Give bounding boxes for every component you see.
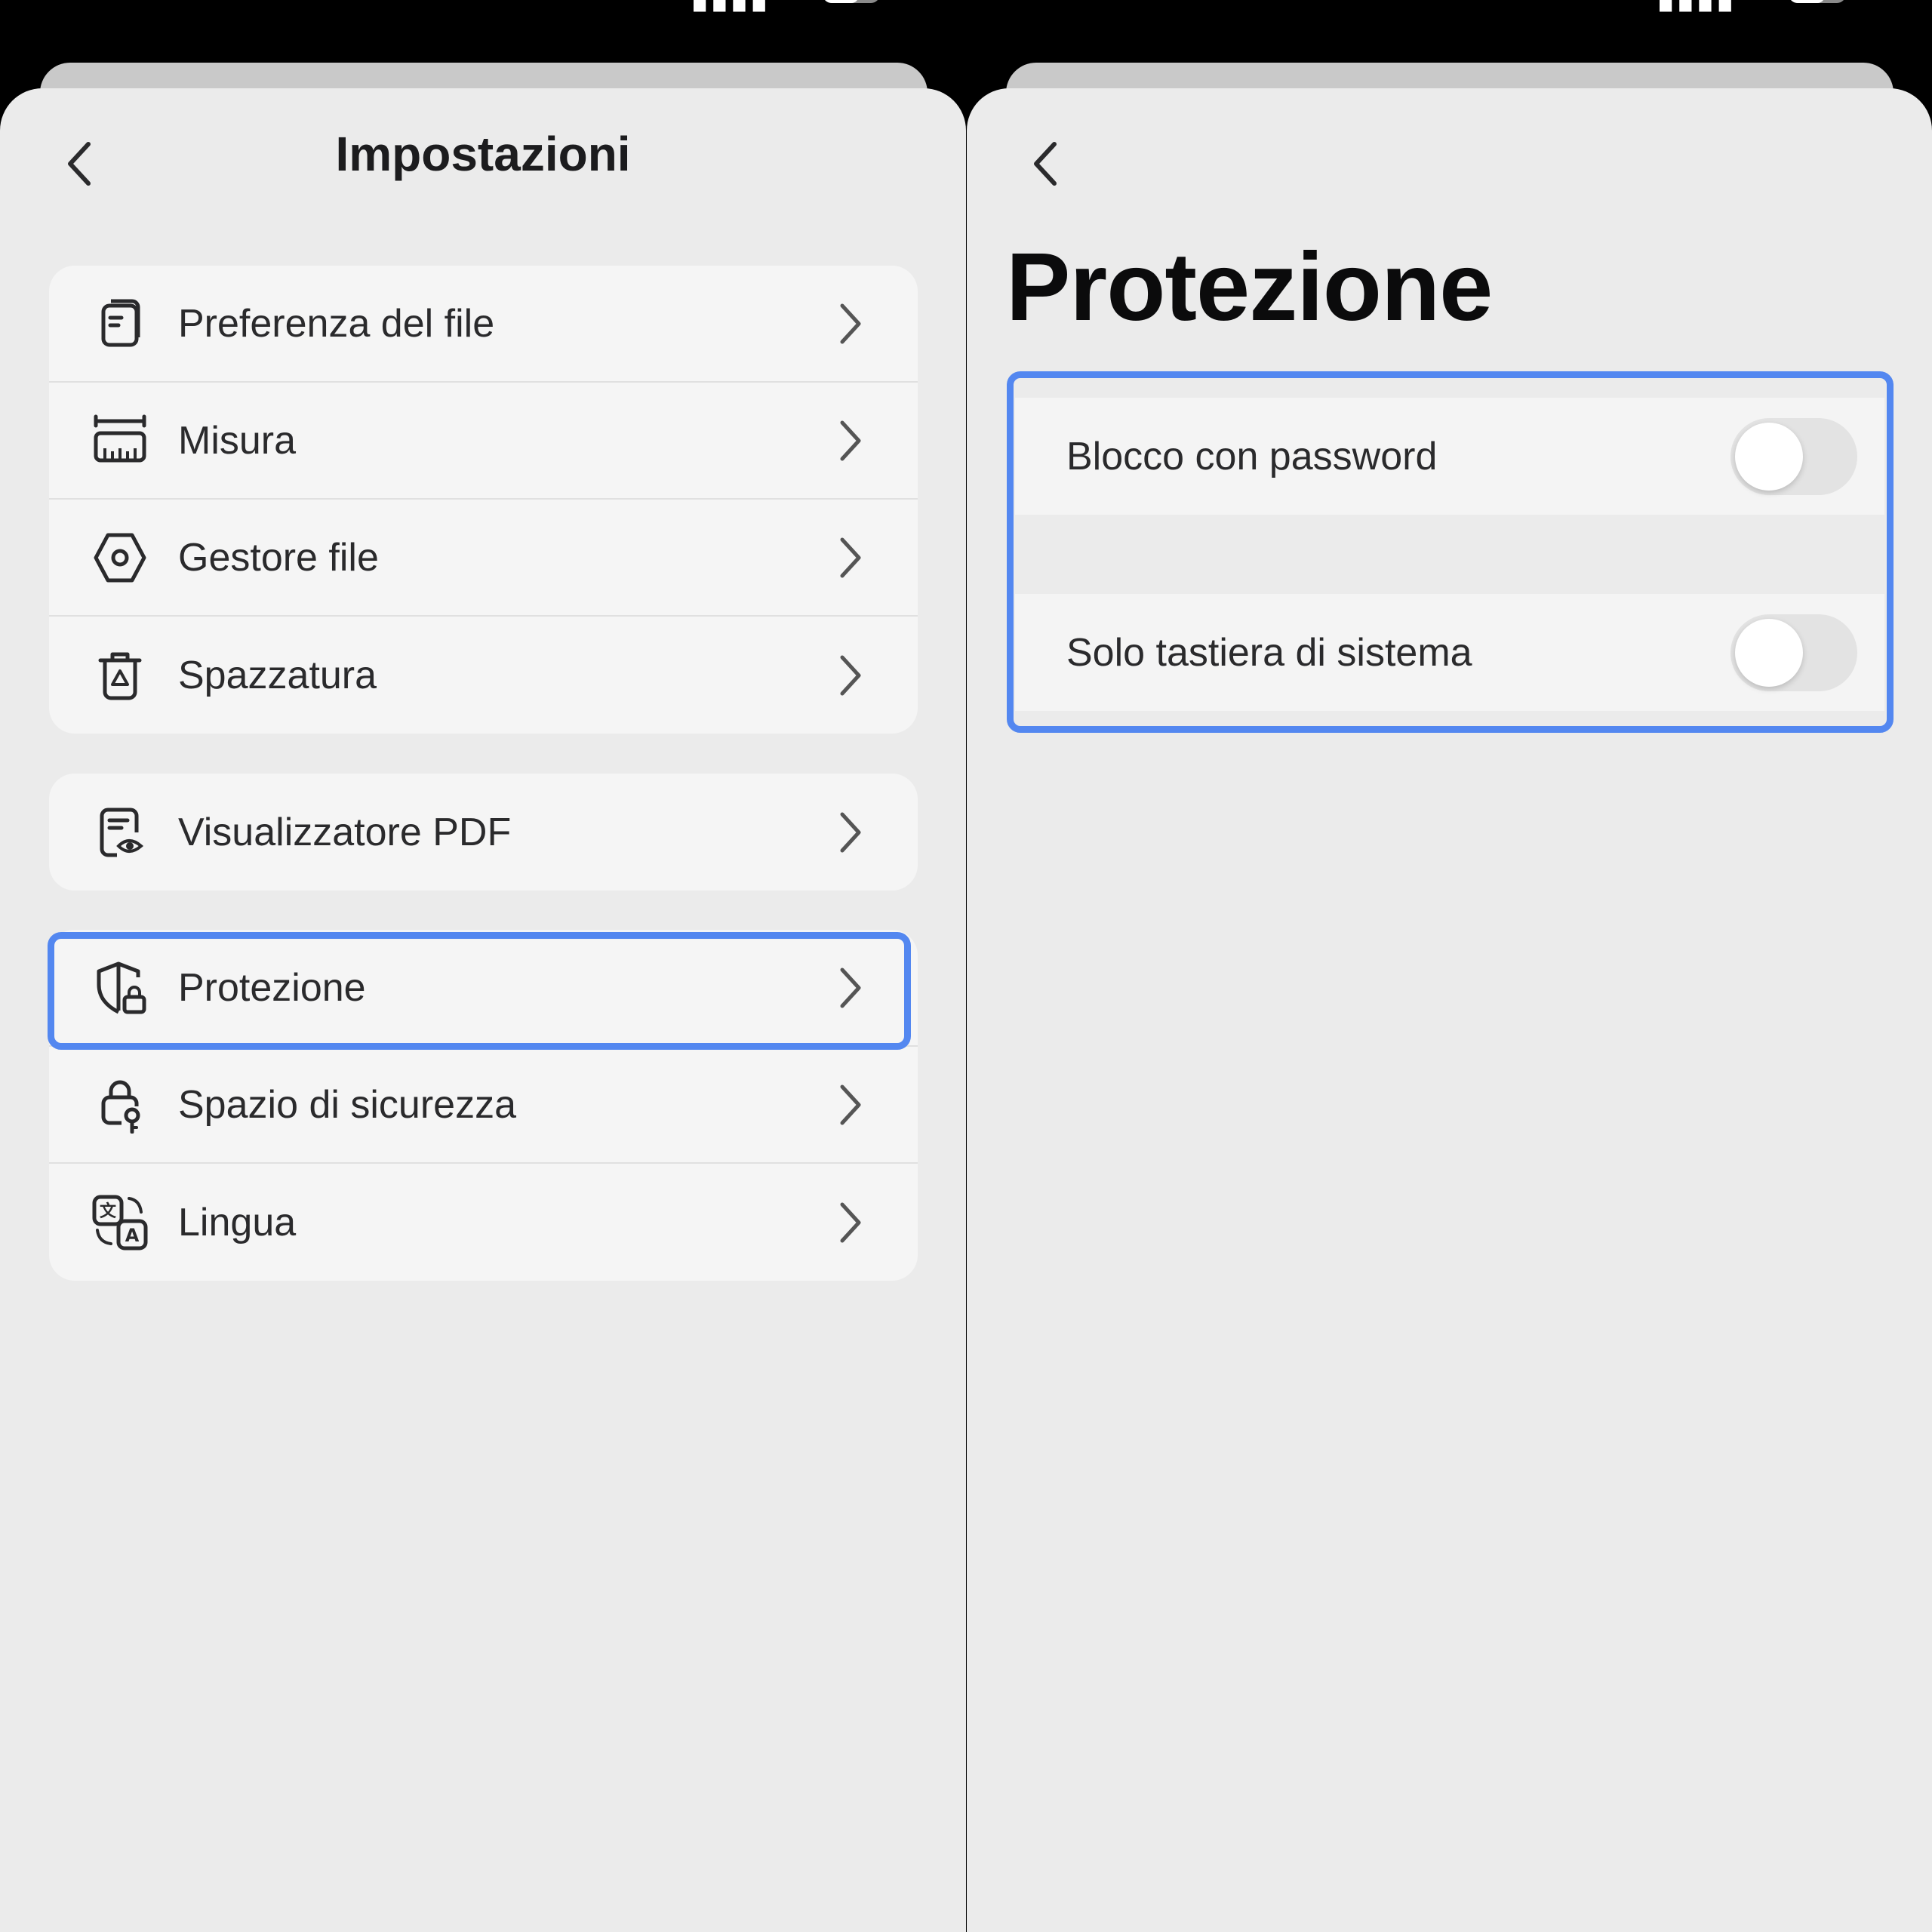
settings-item-label: Spazio di sicurezza — [178, 1082, 516, 1127]
toggle-label: Solo tastiera di sistema — [1066, 630, 1472, 675]
chevron-right-icon — [840, 420, 861, 460]
settings-item-pdf-viewer[interactable]: Visualizzatore PDF — [49, 774, 918, 891]
protection-screen: Protezione Blocco con password Solo tast… — [967, 88, 1932, 1932]
password-lock-row: Blocco con password — [1015, 398, 1884, 515]
settings-item-label: Spazzatura — [178, 653, 377, 697]
system-keyboard-toggle[interactable] — [1730, 614, 1857, 691]
settings-item-file-preference[interactable]: Preferenza del file — [49, 266, 918, 383]
battery-icon — [1789, 0, 1846, 3]
settings-group-viewer: Visualizzatore PDF — [49, 774, 918, 891]
chevron-left-icon — [1034, 142, 1057, 186]
settings-item-label: Preferenza del file — [178, 301, 495, 346]
svg-text:A: A — [125, 1225, 140, 1246]
chevron-right-icon — [840, 968, 861, 1008]
back-button[interactable] — [1015, 134, 1075, 194]
pdf-viewer-icon — [100, 808, 144, 857]
file-preference-icon — [101, 299, 140, 346]
trash-icon — [98, 652, 142, 700]
settings-screen: Impostazioni Preferenza del file Misura … — [0, 88, 966, 1932]
cellular-signal-icon: ▮▮▮▮ — [691, 0, 770, 16]
settings-item-label: Gestore file — [178, 535, 379, 580]
toggle-knob — [1735, 422, 1803, 491]
settings-group-security: Protezione Spazio di sicurezza 文 A Lingu… — [49, 930, 918, 1281]
settings-item-file-manager[interactable]: Gestore file — [49, 500, 918, 617]
settings-item-label: Lingua — [178, 1200, 297, 1244]
chevron-right-icon — [840, 1202, 861, 1242]
system-keyboard-row: Solo tastiera di sistema — [1015, 594, 1884, 711]
status-bar-left: ▮▮▮▮ — [0, 0, 966, 16]
settings-item-label: Protezione — [178, 965, 366, 1010]
chevron-right-icon — [840, 303, 861, 343]
settings-item-trash[interactable]: Spazzatura — [49, 617, 918, 734]
toggle-knob — [1735, 618, 1803, 687]
chevron-right-icon — [840, 812, 861, 852]
status-bar-right: ▮▮▮▮ — [966, 0, 1932, 16]
settings-item-language[interactable]: 文 A Lingua — [49, 1164, 918, 1281]
lock-key-icon — [101, 1080, 140, 1134]
settings-item-measure[interactable]: Misura — [49, 383, 918, 500]
hexagon-nut-icon — [94, 533, 146, 582]
settings-item-label: Misura — [178, 418, 297, 463]
cellular-signal-icon: ▮▮▮▮ — [1657, 0, 1736, 16]
chevron-right-icon — [840, 537, 861, 577]
shield-lock-icon — [97, 961, 146, 1014]
settings-item-label: Visualizzatore PDF — [178, 810, 512, 854]
toggle-label: Blocco con password — [1066, 434, 1438, 478]
settings-item-protection[interactable]: Protezione — [49, 930, 918, 1047]
ruler-icon — [94, 414, 146, 462]
chevron-right-icon — [840, 1084, 861, 1124]
chevron-right-icon — [840, 655, 861, 695]
svg-text:文: 文 — [100, 1201, 117, 1221]
page-title: Impostazioni — [335, 127, 631, 181]
settings-item-secure-space[interactable]: Spazio di sicurezza — [49, 1047, 918, 1164]
translate-icon: 文 A — [92, 1195, 148, 1250]
battery-icon — [823, 0, 880, 3]
page-title: Protezione — [1006, 233, 1493, 341]
settings-group-general: Preferenza del file Misura Gestore file … — [49, 266, 918, 734]
password-lock-toggle[interactable] — [1730, 417, 1857, 495]
